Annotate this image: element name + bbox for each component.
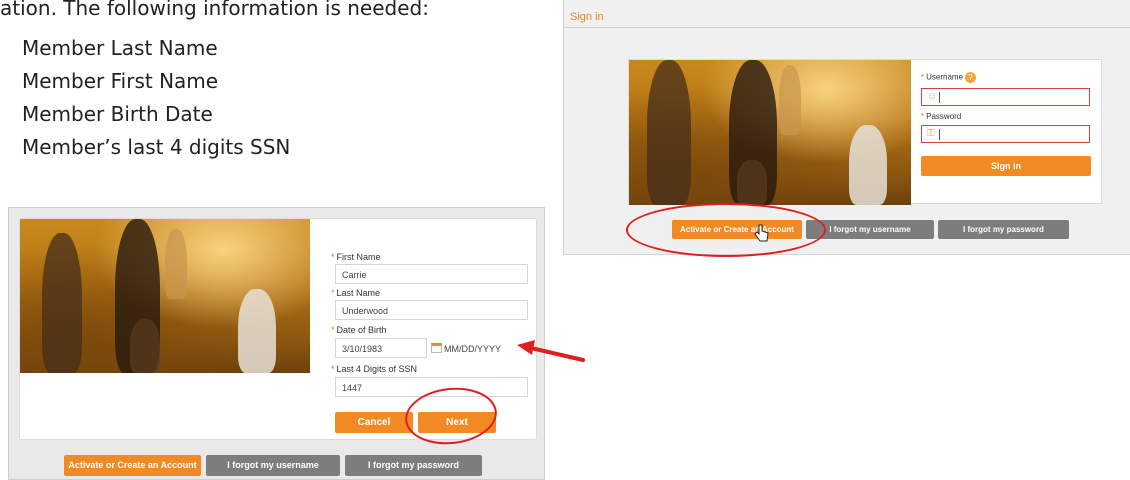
calendar-icon[interactable] [431, 343, 442, 353]
cancel-button[interactable]: Cancel [335, 412, 413, 433]
doc-intro-text: ation. The following information is need… [0, 0, 429, 20]
help-icon[interactable]: ? [965, 72, 977, 83]
text-cursor [939, 129, 940, 140]
title-divider [564, 27, 1130, 28]
doc-required-info-list: Member Last Name Member First Name Membe… [22, 32, 290, 164]
first-name-input[interactable]: Carrie [335, 264, 528, 284]
lock-icon: ⚿ [927, 128, 935, 139]
annotation-arrow-icon [517, 340, 585, 362]
dob-format-hint: MM/DD/YYYY [444, 344, 502, 354]
family-photo [20, 219, 310, 373]
list-item: Member First Name [22, 69, 219, 93]
text-cursor [939, 92, 940, 103]
dob-label: * Date of Birth [331, 325, 387, 335]
username-input[interactable]: ☺ [921, 88, 1090, 106]
forgot-username-button[interactable]: I forgot my username [206, 455, 340, 476]
sign-in-button[interactable]: Sign in [921, 156, 1091, 176]
page-title: Sign in [570, 11, 604, 23]
activate-account-button[interactable]: Activate or Create an Account [64, 455, 201, 476]
forgot-password-button[interactable]: I forgot my password [938, 220, 1069, 239]
family-photo [629, 60, 911, 205]
list-item: Member Last Name [22, 36, 218, 60]
first-name-label: * First Name [331, 252, 381, 262]
password-input[interactable]: ⚿ [921, 125, 1090, 143]
signin-card: * Username? ☺ * Password ⚿ Sign in [628, 59, 1102, 205]
ssn-label: * Last 4 Digits of SSN [331, 364, 418, 374]
user-icon: ☺ [927, 91, 938, 102]
activate-account-highlight [626, 203, 826, 257]
list-item: Member’s last 4 digits SSN [22, 135, 291, 159]
forgot-password-button[interactable]: I forgot my password [345, 455, 482, 476]
dob-input[interactable]: 3/10/1983 [335, 338, 427, 358]
last-name-label: * Last Name [331, 288, 381, 298]
list-item: Member Birth Date [22, 102, 213, 126]
password-label: * Password [921, 112, 962, 121]
last-name-input[interactable]: Underwood [335, 300, 528, 320]
username-label: * Username? [921, 72, 977, 83]
